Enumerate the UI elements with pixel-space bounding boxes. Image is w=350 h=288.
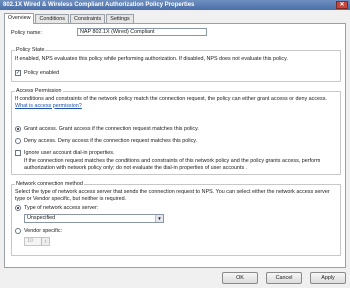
grant-access-radio[interactable]	[15, 126, 21, 132]
network-connection-description: Select the type of network access server…	[15, 189, 330, 202]
nas-type-select[interactable]: Unspecified ▼	[24, 214, 164, 223]
access-permission-help-link[interactable]: What is access permission?	[15, 103, 82, 109]
deny-access-label: Deny access. Deny access if the connecti…	[24, 138, 198, 144]
grant-access-label: Grant access. Grant access if the connec…	[24, 126, 199, 132]
policy-enabled-checkbox[interactable]: ✓	[15, 70, 21, 76]
ignore-dial-in-checkbox[interactable]	[15, 150, 21, 156]
vendor-specific-value: 10	[27, 238, 33, 244]
chevron-down-icon[interactable]: ▼	[155, 215, 163, 222]
policy-enabled-label: Policy enabled	[24, 70, 60, 76]
vendor-specific-spinner[interactable]: 10 ⇕	[24, 237, 50, 246]
access-permission-description: If conditions and constraints of the net…	[15, 96, 337, 109]
access-permission-title: Access Permission	[15, 88, 63, 95]
apply-button[interactable]: Apply	[310, 272, 346, 284]
ok-button[interactable]: OK	[222, 272, 258, 284]
policy-name-input[interactable]: NAP 802.1X (Wired) Compliant	[77, 28, 207, 36]
tab-overview[interactable]: Overview	[4, 13, 35, 24]
cancel-button[interactable]: Cancel	[266, 272, 302, 284]
access-permission-group: Access Permission If conditions and cons…	[11, 88, 341, 175]
vendor-specific-label: Vendor specific:	[24, 228, 63, 234]
policy-state-title: Policy State	[15, 47, 46, 54]
window-title: 802.1X Wired & Wireless Compliant Author…	[3, 2, 195, 8]
spinner-arrows-icon[interactable]: ⇕	[41, 238, 49, 245]
ignore-dial-in-label: Ignore user account dial-in properties.	[24, 150, 115, 156]
nas-type-radio[interactable]	[15, 205, 21, 211]
access-permission-text: If conditions and constraints of the net…	[15, 96, 327, 102]
deny-access-radio[interactable]	[15, 138, 21, 144]
nas-type-label: Type of network access server:	[24, 205, 99, 211]
ignore-dial-in-description: If the connection request matches the co…	[24, 158, 321, 171]
nas-type-value: Unspecified	[27, 215, 56, 221]
network-connection-group: Network connection method Select the typ…	[11, 181, 341, 256]
policy-state-description: If enabled, NPS evaluates this policy wh…	[15, 56, 288, 62]
vendor-specific-radio[interactable]	[15, 228, 21, 234]
policy-name-label: Policy name:	[11, 30, 42, 36]
policy-state-group: Policy State If enabled, NPS evaluates t…	[11, 47, 341, 82]
overview-panel: Policy name: NAP 802.1X (Wired) Complian…	[4, 23, 346, 268]
network-connection-title: Network connection method	[15, 181, 84, 188]
window-titlebar: 802.1X Wired & Wireless Compliant Author…	[0, 0, 350, 10]
close-icon[interactable]: ✕	[336, 1, 348, 9]
